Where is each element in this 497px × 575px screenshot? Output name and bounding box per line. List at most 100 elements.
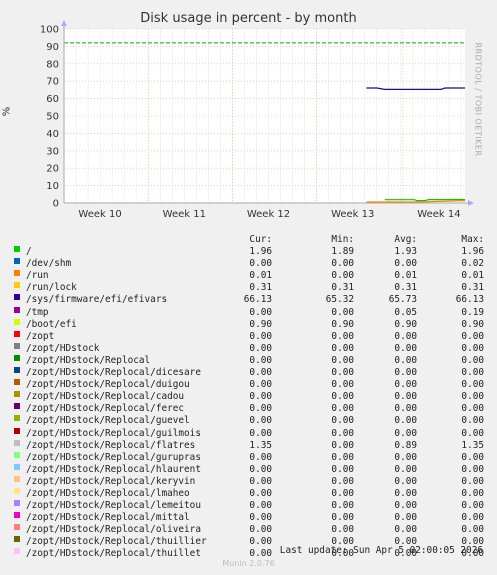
legend-row: /zopt/HDstock/Replocal/cadou 0.00 0.00 0.00… [12, 391, 492, 403]
legend-min-value: 0.00 [331, 487, 354, 499]
legend-min-value: 0.00 [331, 415, 354, 427]
legend-row: / 1.96 1.89 1.93 1.96 [12, 246, 492, 258]
legend-row: /zopt/HDstock/Replocal/gurupras 0.00 0.00 0… [12, 451, 492, 464]
legend-swatch [14, 306, 20, 313]
legend-name: /zopt/HDstock/Replocal/lemeitou [26, 500, 201, 512]
legend-min-value: 0.00 [331, 270, 354, 282]
legend-cur-value: 0.00 [249, 391, 272, 403]
legend-swatch [14, 330, 20, 337]
y-tick-label: 60 [46, 94, 59, 105]
legend-row: /zopt/HDstock/Replocal 0.00 0.00 0.00 0.00 [12, 354, 492, 367]
legend-row: /zopt/HDstock 0.00 0.00 0.00 0.00 [12, 342, 492, 355]
legend-min-value: 0.00 [331, 330, 354, 342]
legend-max-value: 0.00 [461, 524, 484, 536]
legend-swatch [14, 548, 20, 555]
legend-avg-value: 0.00 [394, 403, 417, 415]
legend-avg-value: 0.90 [394, 318, 417, 330]
legend-table: Cur: Min: Avg: Max: / 1.96 1.89 1.93 1.96/de… [12, 234, 492, 561]
legend-name: /zopt/HDstock/Replocal/flatres [26, 439, 196, 451]
legend-swatch [14, 270, 20, 277]
legend-max-value: 0.00 [461, 403, 484, 415]
legend-row: /zopt/HDstock/Replocal/lmaheo 0.00 0.00 0.0… [12, 487, 492, 500]
legend-min-value: 0.00 [331, 306, 354, 318]
legend-header: Cur: Min: Avg: Max: [12, 234, 492, 246]
legend-name: /tmp [26, 306, 49, 318]
legend-name: /sys/firmware/efi/efivars [26, 294, 168, 306]
x-tick-label: Week 12 [247, 209, 290, 220]
legend-avg-value: 0.31 [394, 282, 417, 294]
legend-row: /sys/firmware/efi/efivars 66.13 65.32 65.73… [12, 294, 492, 306]
legend-cur-value: 0.01 [249, 270, 272, 282]
x-tick-label: Week 11 [163, 209, 206, 220]
legend-avg-value: 0.00 [394, 330, 417, 342]
legend-cur-value: 1.35 [249, 439, 272, 451]
legend-name: /zopt/HDstock/Replocal/duigou [26, 379, 190, 391]
header-cur: Cur: [249, 234, 272, 245]
legend-row: /run 0.01 0.00 0.01 0.01 [12, 270, 492, 282]
legend-max-value: 0.00 [461, 427, 484, 439]
legend-min-value: 0.00 [331, 354, 354, 366]
legend-swatch [14, 524, 20, 531]
x-tick-label: Week 10 [78, 209, 121, 220]
legend-name: /zopt/HDstock/Replocal/ferec [26, 403, 185, 415]
legend-min-value: 0.00 [331, 379, 354, 391]
legend-name: /dev/shm [26, 258, 72, 270]
legend-min-value: 0.00 [331, 439, 354, 451]
legend-min-value: 0.00 [331, 463, 354, 475]
legend-cur-value: 0.00 [249, 379, 272, 391]
legend-max-value: 0.00 [461, 500, 484, 512]
legend-max-value: 0.00 [461, 391, 484, 403]
header-max: Max: [461, 234, 484, 245]
y-tick-label: 90 [46, 42, 59, 53]
legend-name: /zopt/HDstock/Replocal [26, 354, 151, 366]
legend-avg-value: 0.00 [394, 354, 417, 366]
legend-row: /zopt/HDstock/Replocal/hlaurent 0.00 0.00 0… [12, 463, 492, 476]
legend-cur-value: 0.00 [249, 451, 272, 463]
legend-max-value: 0.19 [461, 306, 484, 318]
legend-avg-value: 0.00 [394, 427, 417, 439]
legend-avg-value: 1.93 [394, 246, 417, 258]
legend-row: /zopt/HDstock/Replocal/duigou 0.00 0.00 0.0… [12, 379, 492, 391]
legend-swatch [14, 427, 20, 434]
y-tick-label: 70 [46, 77, 59, 88]
legend-swatch [14, 294, 20, 301]
legend-min-value: 1.89 [331, 246, 354, 258]
legend-min-value: 0.00 [331, 475, 354, 487]
legend-avg-value: 0.00 [394, 379, 417, 391]
legend-avg-value: 0.00 [394, 500, 417, 512]
legend-name: /zopt/HDstock/Replocal/keryvin [26, 475, 196, 487]
legend-min-value: 0.00 [331, 258, 354, 270]
legend-name: /run/lock [26, 282, 77, 294]
legend-row: /zopt/HDstock/Replocal/dicesare 0.00 0.00 0… [12, 367, 492, 379]
legend-avg-value: 0.00 [394, 463, 417, 475]
legend-swatch [14, 451, 20, 458]
legend-cur-value: 0.00 [249, 463, 272, 475]
legend-max-value: 66.13 [455, 294, 484, 306]
legend-cur-value: 0.90 [249, 318, 272, 330]
legend-name: /zopt/HDstock [26, 342, 100, 354]
legend-swatch [14, 342, 20, 349]
last-update: Last update: Sun Apr 5 02:00:05 2026 [279, 545, 483, 556]
legend-cur-value: 0.00 [249, 536, 272, 548]
y-tick-label: 40 [46, 129, 59, 140]
legend-swatch [14, 439, 20, 446]
legend-cur-value: 0.00 [249, 415, 272, 427]
legend-row: /zopt/HDstock/Replocal/ferec 0.00 0.00 0.00… [12, 403, 492, 415]
y-tick-label: 10 [46, 181, 59, 192]
legend-max-value: 0.00 [461, 487, 484, 499]
legend-max-value: 0.00 [461, 463, 484, 475]
legend-name: /zopt/HDstock/Replocal/guilmois [26, 427, 201, 439]
legend-row: /zopt/HDstock/Replocal/mittal 0.00 0.00 0.0… [12, 512, 492, 524]
legend-cur-value: 0.00 [249, 403, 272, 415]
legend-avg-value: 0.00 [394, 524, 417, 536]
legend-avg-value: 0.89 [394, 439, 417, 451]
legend-swatch [14, 258, 20, 265]
legend-name: /zopt [26, 330, 55, 342]
legend-cur-value: 0.00 [249, 342, 272, 354]
legend-max-value: 1.96 [461, 246, 484, 258]
legend-min-value: 0.00 [331, 500, 354, 512]
legend-swatch [14, 463, 20, 470]
legend-min-value: 0.31 [331, 282, 354, 294]
legend-avg-value: 0.00 [394, 391, 417, 403]
legend-swatch [14, 282, 20, 289]
